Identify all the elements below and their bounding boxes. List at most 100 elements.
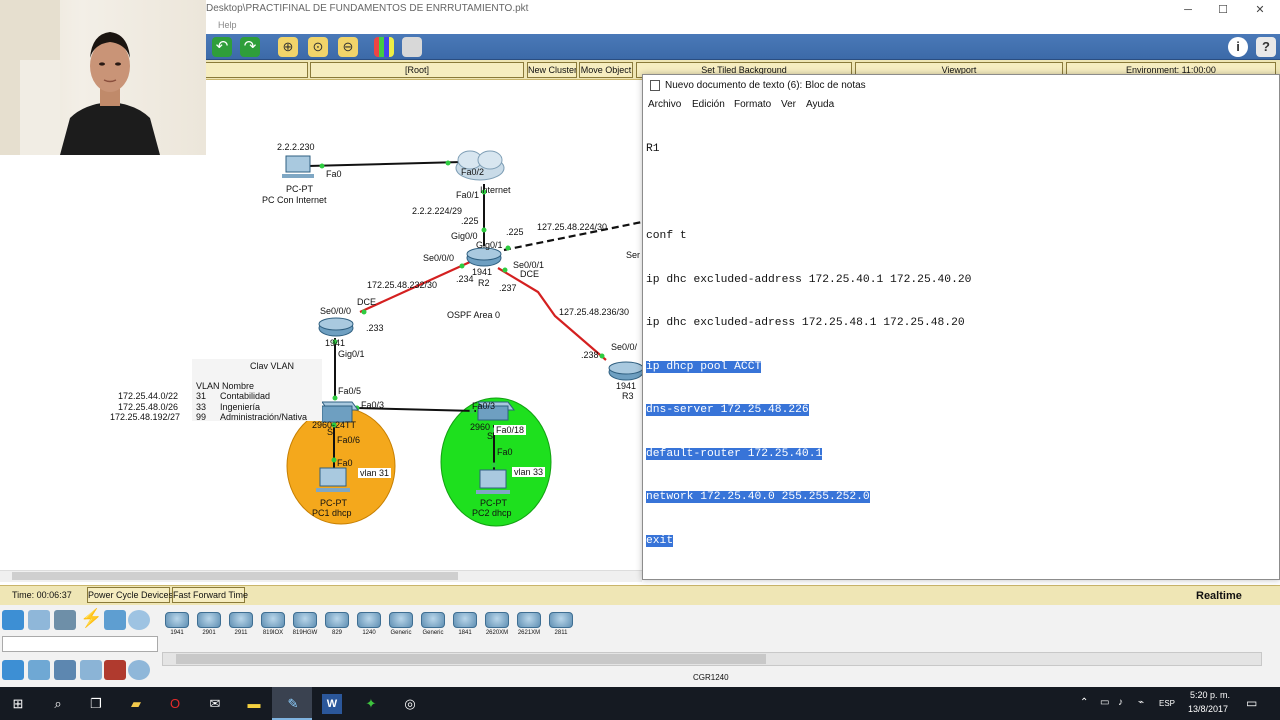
end-devices-icon[interactable] <box>28 610 50 630</box>
notepad-text-area[interactable]: R1 conf t ip dhc excluded-address 172.25… <box>646 113 971 563</box>
maximize-button[interactable]: ☐ <box>1211 2 1235 18</box>
zoom-reset-icon[interactable]: ⊙ <box>308 37 328 57</box>
device-router[interactable]: 2911 <box>227 612 255 642</box>
label-cloud-fa01: Fa0/1 <box>456 190 480 200</box>
misc-icon[interactable] <box>104 610 126 630</box>
label-vlan-header: VLAN Nombre <box>196 381 255 391</box>
zoom-in-icon[interactable]: ⊕ <box>278 37 298 57</box>
label-pc2-vlan: vlan 33 <box>512 467 546 477</box>
hubs-icon[interactable] <box>54 660 76 680</box>
components-icon[interactable] <box>54 610 76 630</box>
windows-start-icon[interactable]: ⊞ <box>8 694 28 714</box>
back-button[interactable] <box>204 62 308 78</box>
device-router[interactable]: 819HGW <box>291 612 319 642</box>
label-server-cut: Ser <box>626 250 641 260</box>
info-icon[interactable]: i <box>1228 37 1248 57</box>
clock-time[interactable]: 5:20 p. m. <box>1190 690 1230 700</box>
custom-device-icon[interactable] <box>402 37 422 57</box>
wireless-icon[interactable] <box>80 660 102 680</box>
label-r2-se000: Se0/0/0 <box>423 253 455 263</box>
label-pc2-name[interactable]: PC2 dhcp <box>472 508 512 518</box>
label-r2-ip-234: .234 <box>456 274 474 284</box>
device-router[interactable]: 2811 <box>547 612 575 642</box>
menu-edicion[interactable]: Edición <box>692 99 725 110</box>
label-s1-fa03: Fa0/3 <box>361 400 385 410</box>
task-view-icon[interactable]: ❐ <box>86 694 106 714</box>
vlan-row-net: 172.25.44.0/22 <box>118 391 179 401</box>
app-circle-icon[interactable]: ◎ <box>400 694 420 714</box>
label-cloud-fa02: Fa0/2 <box>461 167 485 177</box>
help-icon[interactable]: ? <box>1256 37 1276 57</box>
vlan-row-net: 172.25.48.192/27 <box>110 412 181 422</box>
file-explorer-icon[interactable]: ▰ <box>126 694 146 714</box>
root-breadcrumb[interactable]: [Root] <box>310 62 524 78</box>
wan-emulation-icon[interactable] <box>128 660 150 680</box>
device-router[interactable]: 2901 <box>195 612 223 642</box>
notification-icon[interactable]: ▭ <box>1246 696 1257 710</box>
router-r3-icon <box>608 361 642 381</box>
device-router[interactable]: 2621XM <box>515 612 543 642</box>
opera-icon[interactable]: O <box>165 694 185 714</box>
volume-icon[interactable]: ♪ <box>1118 697 1123 708</box>
minimize-button[interactable]: ─ <box>1176 2 1200 18</box>
device-router[interactable]: Generic <box>419 612 447 642</box>
pc-internet-icon <box>282 155 314 178</box>
network-icon[interactable]: ⌁ <box>1138 697 1144 708</box>
notepad-taskbar-icon[interactable]: ✎ <box>283 694 303 714</box>
mail-icon[interactable]: ✉ <box>205 694 225 714</box>
battery-icon[interactable]: ▭ <box>1100 697 1109 708</box>
menu-formato[interactable]: Formato <box>734 99 771 110</box>
device-router[interactable]: 819IOX <box>259 612 287 642</box>
close-button[interactable]: ✕ <box>1248 2 1272 18</box>
label-s1-name[interactable]: S <box>327 427 333 437</box>
device-router[interactable]: 1841 <box>451 612 479 642</box>
routers-icon[interactable] <box>2 660 24 680</box>
move-object-button[interactable]: Move Object <box>579 62 633 78</box>
multiuser-icon[interactable] <box>128 610 150 630</box>
link-pc-cloud <box>307 161 463 167</box>
power-cycle-button[interactable]: Power Cycle Devices <box>87 587 173 603</box>
language-indicator[interactable]: ESP <box>1159 699 1175 708</box>
device-router[interactable]: 2620XM <box>483 612 511 642</box>
redo-icon[interactable]: ↷ <box>240 37 260 57</box>
security-icon[interactable] <box>104 660 126 680</box>
menu-ver[interactable]: Ver <box>781 99 796 110</box>
clock-date[interactable]: 13/8/2017 <box>1188 704 1228 714</box>
menu-help[interactable]: Help <box>218 20 237 30</box>
label-link-net-r2r3: 127.25.48.236/30 <box>559 307 630 317</box>
connections-icon[interactable]: ⚡ <box>80 608 102 629</box>
packet-tracer-icon[interactable]: ✦ <box>361 694 381 714</box>
menu-archivo[interactable]: Archivo <box>648 99 681 110</box>
device-palette <box>0 605 1280 687</box>
label-r2-ip-225b: .225 <box>506 227 524 237</box>
menu-ayuda[interactable]: Ayuda <box>806 99 834 110</box>
search-icon[interactable]: ⌕ <box>48 694 68 714</box>
undo-icon[interactable]: ↶ <box>212 37 232 57</box>
zoom-out-icon[interactable]: ⊖ <box>338 37 358 57</box>
fast-forward-button[interactable]: Fast Forward Time <box>172 587 248 603</box>
label-pc-internet-name[interactable]: PC Con Internet <box>262 195 327 205</box>
realtime-mode[interactable]: Realtime <box>1196 590 1242 602</box>
router-icon <box>517 612 541 628</box>
network-devices-icon[interactable] <box>2 610 24 630</box>
palette-icon[interactable] <box>374 37 394 57</box>
device-list-scroll-thumb[interactable] <box>176 654 766 664</box>
switches-icon[interactable] <box>28 660 50 680</box>
vlan-row-id: 99 <box>196 412 207 422</box>
device-router[interactable]: 1240 <box>355 612 383 642</box>
label-r1-dce: DCE <box>357 297 377 307</box>
label-r3-name[interactable]: R3 <box>622 391 634 401</box>
time-display: Time: 00:06:37 <box>12 590 72 600</box>
label-pc1-name[interactable]: PC1 dhcp <box>312 508 352 518</box>
sticky-notes-icon[interactable]: ▬ <box>244 694 264 714</box>
device-router[interactable]: 1941 <box>163 612 191 642</box>
label-r2-name[interactable]: R2 <box>478 278 490 288</box>
tray-arrow-icon[interactable]: ⌃ <box>1080 697 1088 708</box>
label-cloud-name[interactable]: Internet <box>480 185 511 195</box>
word-icon[interactable]: W <box>322 694 342 714</box>
workspace-hscroll-thumb[interactable] <box>12 572 458 580</box>
label-s2-name[interactable]: S <box>487 431 493 441</box>
device-router[interactable]: 829 <box>323 612 351 642</box>
new-cluster-button[interactable]: New Cluster <box>527 62 577 78</box>
device-router[interactable]: Generic <box>387 612 415 642</box>
